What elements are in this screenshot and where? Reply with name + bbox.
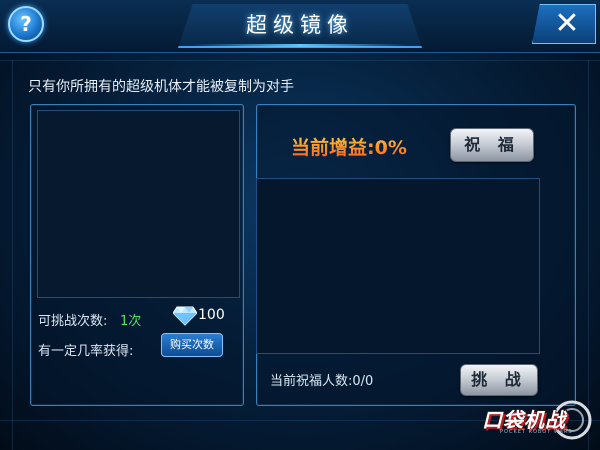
diamond-icon xyxy=(173,306,197,326)
help-icon: ? xyxy=(20,12,32,36)
instruction-text: 只有你所拥有的超级机体才能被复制为对手 xyxy=(28,79,294,95)
logo-subtitle: POCKET ROBOT WARS xyxy=(500,429,573,435)
blessing-count-label: 当前祝福人数:0/0 xyxy=(270,374,374,389)
challenge-count-value: 1次 xyxy=(120,314,142,329)
page-title: 超级镜像 xyxy=(246,13,354,37)
close-icon: ✕ xyxy=(554,6,580,41)
opponent-preview-area xyxy=(37,110,240,298)
current-gain-text: 当前增益:0% xyxy=(291,133,407,160)
diamond-cost: 100 xyxy=(198,307,225,323)
probability-label: 有一定几率获得: xyxy=(38,344,134,359)
challenge-count-label: 可挑战次数: xyxy=(38,314,108,329)
title-glow xyxy=(190,44,410,47)
challenge-button[interactable]: 挑 战 xyxy=(460,364,538,396)
blessing-list-area xyxy=(256,178,540,354)
close-button[interactable]: ✕ xyxy=(532,4,596,44)
help-button[interactable]: ? xyxy=(8,6,44,42)
bless-button[interactable]: 祝 福 xyxy=(450,128,534,162)
buy-attempts-button[interactable]: 购买次数 xyxy=(161,333,223,357)
